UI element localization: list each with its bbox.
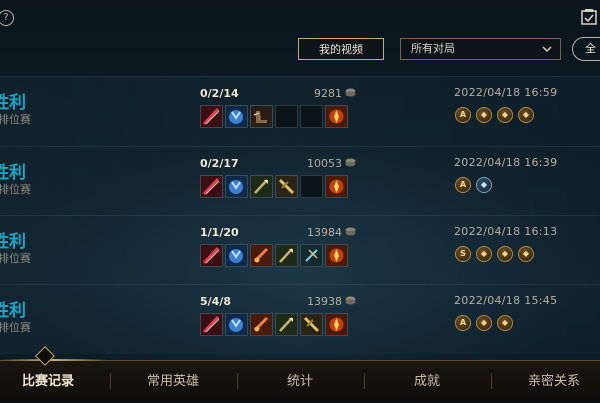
match-datetime: 2022/04/18 16:39 [454,156,558,169]
match-result: 胜利 [0,163,26,183]
item-blade-icon [200,313,223,336]
item-spear-icon [250,175,273,198]
item-blade-icon [200,244,223,267]
performance-badge-icon[interactable]: ◆ [497,315,513,331]
gold-earned: 9281 [314,87,342,100]
performance-badge-icon[interactable]: ◆ [476,177,492,193]
gold-earned: 13938 [307,295,342,308]
item-storm-icon [250,313,273,336]
performance-badge-icon[interactable]: A [455,177,471,193]
gold-coin-icon [345,88,356,97]
badge-list: A ◆ [455,177,492,193]
chevron-down-icon [542,46,552,53]
game-mode: 排位赛 [0,252,31,265]
item-spear-icon [275,244,298,267]
item-claw-icon [225,175,248,198]
bottom-nav: 比赛记录 常用英雄 统计 成就 亲密关系 [0,360,600,401]
match-result: 胜利 [0,93,26,113]
match-row[interactable]: 胜利 排位赛 0/2/17 10053 2022/04/18 16:39 A ◆ [0,146,600,216]
empty-item-slot [275,105,298,128]
performance-badge-icon[interactable]: ◆ [518,107,534,123]
match-row[interactable]: 胜利 排位赛 1/1/20 13984 2022/04/18 16:13 S ◆ ◆ ◆ [0,215,600,285]
performance-badge-icon[interactable]: ◆ [476,246,492,262]
item-build [200,313,348,336]
item-sword-icon [300,313,323,336]
badge-list: A ◆ ◆ ◆ [455,107,534,123]
checklist-icon[interactable] [580,8,598,26]
badge-list: S ◆ ◆ ◆ [455,246,534,262]
item-storm-icon [250,244,273,267]
performance-badge-icon[interactable]: ◆ [518,246,534,262]
item-claw-icon [225,105,248,128]
item-sword-icon [275,175,298,198]
performance-badge-icon[interactable]: ◆ [476,315,492,331]
item-build [200,244,348,267]
match-row[interactable]: 胜利 排位赛 0/2/14 9281 2022/04/18 16:59 A ◆ ◆ ◆ [0,76,600,146]
item-build [200,175,348,198]
my-videos-button[interactable]: 我的视频 [298,38,384,60]
nav-divider [491,373,492,389]
empty-item-slot [300,175,323,198]
tab-statistics[interactable]: 统计 [240,361,360,401]
tab-relationships[interactable]: 亲密关系 [494,361,600,401]
tab-favorite-champions[interactable]: 常用英雄 [113,361,233,401]
kda-score: 0/2/17 [200,157,239,170]
tab-match-history[interactable]: 比赛记录 [0,361,108,401]
empty-item-slot [300,105,323,128]
match-filter-select[interactable]: 所有对局 [400,38,561,60]
match-result: 胜利 [0,301,26,321]
game-mode: 排位赛 [0,183,31,196]
performance-badge-icon[interactable]: S [455,246,471,262]
item-boots-icon [250,105,273,128]
nav-divider [237,373,238,389]
item-ward-icon [325,313,348,336]
active-tab-indicator [0,359,108,361]
performance-badge-icon[interactable]: A [455,107,471,123]
tab-achievements[interactable]: 成就 [367,361,487,401]
match-datetime: 2022/04/18 15:45 [454,294,558,307]
item-claw-icon [225,244,248,267]
gold-coin-icon [345,227,356,236]
item-claw-icon [225,313,248,336]
kda-score: 1/1/20 [200,226,239,239]
match-filter-value: 所有对局 [411,42,455,55]
performance-badge-icon[interactable]: ◆ [497,246,513,262]
item-blade-icon [200,105,223,128]
item-blade-icon [200,175,223,198]
item-build [200,105,348,128]
kda-score: 5/4/8 [200,295,231,308]
match-datetime: 2022/04/18 16:59 [454,86,558,99]
nav-divider [364,373,365,389]
gold-coin-icon [345,158,356,167]
performance-badge-icon[interactable]: ◆ [497,107,513,123]
match-datetime: 2022/04/18 16:13 [454,225,558,238]
kda-score: 0/2/14 [200,87,239,100]
all-filter-button[interactable]: 全 [572,37,600,61]
item-ward-icon [325,105,348,128]
game-mode: 排位赛 [0,113,31,126]
item-trinity-icon [300,244,323,267]
performance-badge-icon[interactable]: ◆ [476,107,492,123]
item-ward-icon [325,175,348,198]
performance-badge-icon[interactable]: A [455,315,471,331]
match-result: 胜利 [0,232,26,252]
game-mode: 排位赛 [0,321,31,334]
nav-divider [110,373,111,389]
gold-earned: 13984 [307,226,342,239]
gold-earned: 10053 [307,157,342,170]
gold-coin-icon [345,296,356,305]
item-spear-icon [275,313,298,336]
match-row[interactable]: 胜利 排位赛 5/4/8 13938 2022/04/18 15:45 A ◆ ◆ [0,284,600,354]
badge-list: A ◆ ◆ [455,315,513,331]
item-ward-icon [325,244,348,267]
